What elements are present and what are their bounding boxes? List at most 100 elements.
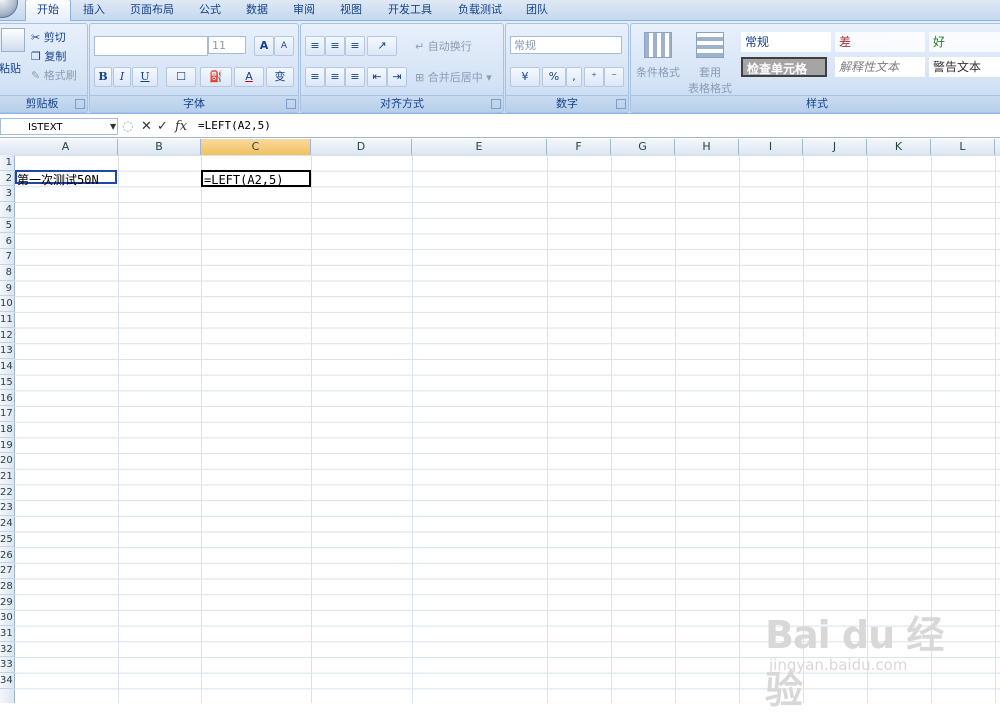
row-header[interactable]: 2	[0, 171, 14, 187]
cell-c2-editor[interactable]: =LEFT(A2,5)	[201, 170, 311, 187]
row-header[interactable]: 8	[0, 265, 14, 281]
number-format-combo[interactable]: 常规	[510, 36, 622, 54]
row-header[interactable]: 30	[0, 610, 14, 626]
copy-button[interactable]: ❐ 复制	[31, 48, 66, 64]
office-button[interactable]	[0, 0, 18, 18]
currency-button[interactable]: ¥	[510, 67, 540, 87]
tab-data[interactable]: 数据	[240, 0, 274, 20]
align-bottom-button[interactable]: ≡	[345, 36, 365, 56]
border-button[interactable]: ☐	[166, 67, 196, 87]
font-size-combo[interactable]: 11	[208, 36, 246, 54]
align-top-button[interactable]: ≡	[305, 36, 325, 56]
row-header[interactable]: 24	[0, 516, 14, 532]
italic-button[interactable]: I	[113, 67, 131, 87]
clipboard-launcher-icon[interactable]	[75, 99, 85, 109]
row-header[interactable]: 21	[0, 469, 14, 485]
font-launcher-icon[interactable]	[286, 99, 296, 109]
tab-load-test[interactable]: 负载测试	[452, 0, 508, 20]
align-middle-button[interactable]: ≡	[325, 36, 345, 56]
tab-insert[interactable]: 插入	[76, 0, 112, 20]
name-box-dropdown-icon[interactable]: ▼	[110, 122, 116, 131]
row-header[interactable]: 6	[0, 234, 14, 250]
row-header[interactable]: 25	[0, 532, 14, 548]
formula-input[interactable]: =LEFT(A2,5)	[198, 119, 271, 132]
format-painter-button[interactable]: ✎ 格式刷	[31, 67, 77, 83]
row-header[interactable]: 26	[0, 548, 14, 564]
row-header[interactable]: 33	[0, 657, 14, 674]
tab-formulas[interactable]: 公式	[193, 0, 227, 20]
cut-button[interactable]: ✂ 剪切	[31, 29, 66, 45]
row-header[interactable]: 4	[0, 202, 14, 218]
row-header[interactable]: 19	[0, 438, 14, 454]
tab-team[interactable]: 团队	[520, 0, 554, 20]
row-header[interactable]: 9	[0, 281, 14, 297]
style-check-cell[interactable]: 检查单元格	[741, 57, 827, 77]
row-header[interactable]: 11	[0, 312, 14, 328]
row-header[interactable]: 29	[0, 595, 14, 611]
row-header[interactable]: 14	[0, 359, 14, 375]
font-name-combo[interactable]	[94, 36, 208, 56]
column-header-g[interactable]: G	[611, 139, 675, 155]
row-header[interactable]: 12	[0, 328, 14, 344]
shrink-font-button[interactable]: A	[274, 36, 294, 56]
align-center-button[interactable]: ≡	[325, 67, 345, 87]
row-header[interactable]: 22	[0, 485, 14, 501]
column-header-f[interactable]: F	[547, 139, 611, 155]
row-header[interactable]: 20	[0, 453, 14, 469]
underline-button[interactable]: U	[132, 67, 158, 87]
row-header[interactable]: 3	[0, 186, 14, 203]
phonetic-button[interactable]: 变	[266, 67, 294, 87]
style-bad[interactable]: 差	[835, 32, 925, 52]
column-header-d[interactable]: D	[311, 139, 412, 155]
tab-review[interactable]: 审阅	[287, 0, 321, 20]
row-header[interactable]: 10	[0, 296, 14, 312]
cancel-icon[interactable]: ✕	[141, 119, 152, 134]
row-header[interactable]: 15	[0, 375, 14, 391]
formula-zoom-icon[interactable]: ◌	[122, 119, 133, 134]
alignment-launcher-icon[interactable]	[491, 99, 501, 109]
column-header-a[interactable]: A	[14, 139, 118, 155]
row-header[interactable]: 34	[0, 673, 14, 689]
insert-function-icon[interactable]: fx	[175, 119, 187, 134]
column-header-k[interactable]: K	[867, 139, 931, 155]
increase-decimal-button[interactable]: ⁺	[584, 67, 604, 87]
style-explanatory[interactable]: 解释性文本	[835, 57, 925, 77]
column-header-l[interactable]: L	[931, 139, 995, 155]
column-header-j[interactable]: J	[803, 139, 867, 155]
column-header-h[interactable]: H	[675, 139, 739, 155]
decrease-decimal-button[interactable]: ⁻	[604, 67, 624, 87]
row-header[interactable]: 16	[0, 391, 14, 407]
comma-button[interactable]: ,	[566, 67, 582, 87]
wrap-text-button[interactable]: ↵ 自动换行	[415, 38, 472, 54]
decrease-indent-button[interactable]: ⇤	[367, 67, 387, 87]
fill-color-button[interactable]: ⛽	[200, 67, 232, 87]
tab-developer[interactable]: 开发工具	[382, 0, 438, 20]
cell-c2[interactable]: =LEFT(A2,5)	[204, 173, 283, 187]
bold-button[interactable]: B	[94, 67, 112, 87]
percent-button[interactable]: %	[542, 67, 566, 87]
column-header-c[interactable]: C	[201, 139, 311, 155]
paste-button[interactable]: 粘贴	[0, 60, 21, 76]
align-right-button[interactable]: ≡	[345, 67, 365, 87]
align-left-button[interactable]: ≡	[305, 67, 325, 87]
row-header[interactable]: 27	[0, 563, 14, 579]
name-box[interactable]: ISTEXT	[0, 118, 118, 135]
tab-page-layout[interactable]: 页面布局	[124, 0, 180, 20]
merge-center-button[interactable]: ⊞ 合并后居中 ▾	[415, 69, 492, 85]
format-as-table-button[interactable]: 套用 表格格式	[685, 32, 735, 96]
column-header-e[interactable]: E	[412, 139, 547, 155]
row-header[interactable]: 31	[0, 626, 14, 642]
grow-font-button[interactable]: A	[254, 36, 274, 56]
column-header-i[interactable]: I	[739, 139, 803, 155]
tab-home[interactable]: 开始	[25, 0, 71, 22]
number-launcher-icon[interactable]	[616, 99, 626, 109]
orientation-button[interactable]: ↗	[367, 36, 397, 56]
cell-a2[interactable]: 第一次测试50N	[17, 171, 99, 188]
row-header[interactable]: 28	[0, 579, 14, 595]
enter-icon[interactable]: ✓	[157, 119, 168, 134]
row-header[interactable]: 32	[0, 642, 14, 658]
row-header[interactable]: 5	[0, 218, 14, 234]
style-warning[interactable]: 警告文本	[929, 57, 1000, 77]
row-header[interactable]: 18	[0, 422, 14, 438]
style-good[interactable]: 好	[929, 32, 1000, 52]
